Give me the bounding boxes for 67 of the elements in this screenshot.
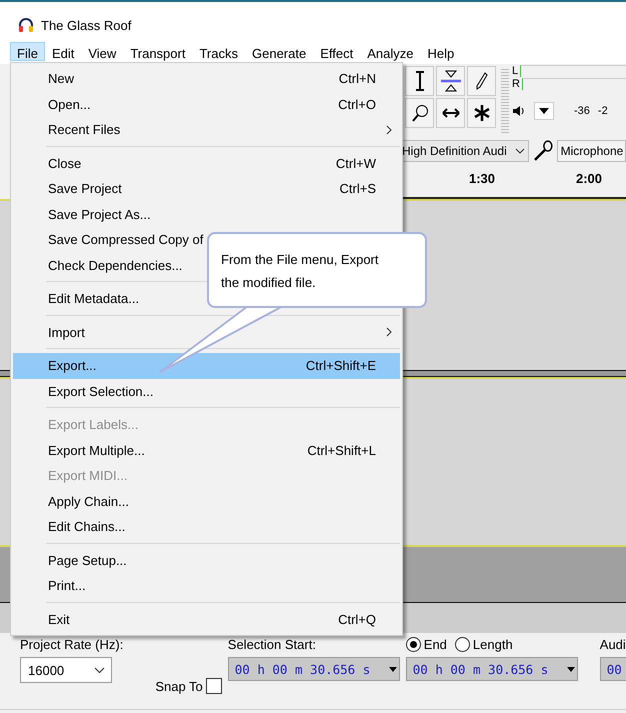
asterisk-icon: [472, 104, 490, 122]
radio-label: Length: [472, 637, 513, 652]
envelope-icon: [438, 70, 462, 92]
menu-item[interactable]: Exit Ctrl+Q: [13, 606, 400, 632]
ruler-label: 2:00: [576, 171, 602, 186]
radio-button[interactable]: [406, 637, 421, 652]
menu-item[interactable]: Export... Ctrl+Shift+E: [13, 353, 400, 378]
meter-scale-label: -36: [574, 105, 590, 117]
selection-start-label: Selection Start:: [228, 637, 317, 652]
menu-item[interactable]: Import: [13, 320, 400, 345]
rate-label: Project Rate (Hz):: [20, 637, 124, 652]
draw-tool-button[interactable]: [467, 66, 496, 96]
select-tool-button[interactable]: [405, 66, 434, 96]
menu-item[interactable]: Open... Ctrl+O: [13, 92, 400, 117]
menu-item[interactable]: Apply Chain...: [13, 488, 400, 514]
menu-item[interactable]: Export Selection...: [13, 378, 400, 404]
menu-title[interactable]: Generate: [245, 42, 314, 61]
audio-position-label: Audi: [600, 637, 626, 652]
menu-title[interactable]: Effect: [313, 42, 360, 61]
dropdown-button[interactable]: [534, 102, 554, 120]
microphone-icon: [532, 140, 554, 162]
menu-title[interactable]: Analyze: [360, 42, 420, 61]
caret-icon: [539, 108, 549, 114]
caret-icon: [388, 666, 397, 672]
radio-button[interactable]: [454, 637, 470, 652]
meter-channel-label: L: [512, 64, 518, 76]
recording-device-dropdown[interactable]: Microphone: [556, 140, 626, 162]
window-title: The Glass Roof: [41, 18, 132, 32]
menu-item[interactable]: Page Setup...: [13, 548, 400, 573]
meter-channel-label: R: [512, 78, 520, 90]
menu-item[interactable]: Save Project As...: [13, 202, 400, 227]
menu-item[interactable]: New Ctrl+N: [13, 66, 400, 92]
menu-item[interactable]: Close Ctrl+W: [13, 150, 400, 176]
time-field[interactable]: 00: [600, 657, 626, 681]
multi-tool-button[interactable]: [467, 98, 496, 128]
menu-item[interactable]: Recent Files: [13, 117, 400, 142]
menu-item[interactable]: Export Multiple... Ctrl+Shift+L: [13, 438, 400, 463]
headphones-icon: [18, 18, 34, 32]
callout-tooltip: From the File menu, Export the modified file.: [207, 232, 427, 308]
project-rate-dropdown[interactable]: 16000: [20, 657, 112, 683]
menu-title[interactable]: Tracks: [192, 42, 245, 61]
chevron-icon: [514, 148, 525, 154]
menu-title[interactable]: Edit: [44, 42, 82, 61]
meter-scale-label: -2: [598, 105, 608, 117]
envelope-tool-button[interactable]: [436, 66, 465, 96]
time-field[interactable]: 00 h 00 m 30.656 s: [228, 657, 400, 681]
menu-item[interactable]: Print...: [13, 573, 400, 598]
cursor-icon: [414, 71, 424, 91]
menu-item[interactable]: Edit Chains...: [13, 514, 400, 540]
double-arrow-icon: [440, 108, 460, 118]
menu-title[interactable]: View: [81, 42, 124, 61]
magnifier-icon: [410, 104, 428, 122]
radio-label: End: [424, 637, 447, 652]
timeshift-tool-button[interactable]: [436, 98, 465, 128]
pencil-icon: [476, 72, 488, 90]
menu-item[interactable]: Save Project Ctrl+S: [13, 176, 400, 202]
menu-title[interactable]: File: [10, 42, 45, 61]
snap-label: Snap To: [155, 678, 203, 694]
caret-icon: [566, 666, 575, 672]
zoom-tool-button[interactable]: [405, 98, 434, 128]
ruler-label: 1:30: [469, 171, 496, 186]
snap-checkbox[interactable]: [206, 678, 222, 694]
speaker-icon: [512, 105, 526, 117]
menu-title[interactable]: Help: [420, 42, 462, 61]
time-field[interactable]: 00 h 00 m 30.656 s: [406, 657, 578, 681]
menu-title[interactable]: Transport: [123, 42, 192, 61]
chevron-icon: [94, 666, 105, 674]
